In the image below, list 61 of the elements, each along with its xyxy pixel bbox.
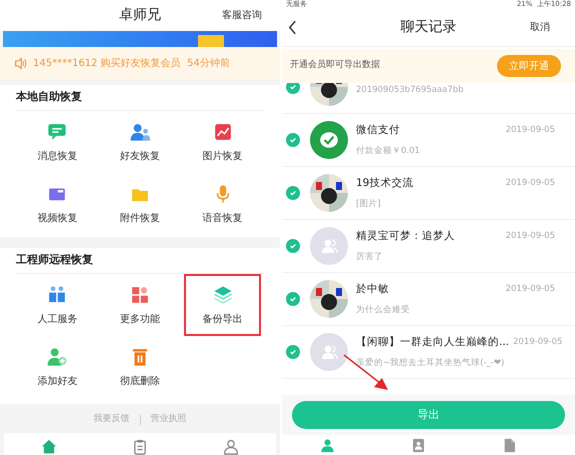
feature-button[interactable]: 添加好友 [16, 336, 99, 398]
cancel-link[interactable]: 取消 [530, 20, 550, 35]
chat-date: 2019-09-05 [506, 230, 555, 243]
feature-button[interactable]: 消息恢复 [16, 111, 99, 173]
notice-text: 145****1612 购买好友恢复会员 54分钟前 [33, 56, 230, 71]
person-icon [319, 436, 336, 454]
feature-button[interactable]: 更多功能 [98, 274, 182, 336]
chat-name: 於中敏 [356, 282, 389, 297]
nav-tab[interactable] [40, 438, 58, 455]
default-avatar [310, 333, 348, 371]
nav-tab[interactable] [410, 436, 427, 454]
chat-date: 2019-09-05 [506, 283, 555, 296]
chat-preview: 为什么会难受 [356, 304, 411, 316]
chat-name: 【闲聊】一群走向人生巅峰的... [356, 334, 510, 350]
check-icon [289, 189, 297, 197]
chat-date: 2019-09-05 [506, 177, 555, 190]
screen-title: 聊天记录 [400, 18, 456, 37]
feature-button[interactable]: 人工服务 [16, 274, 99, 336]
check-icon [289, 242, 297, 250]
add-person-icon [46, 346, 68, 368]
chat-preview: [图片] [356, 198, 382, 210]
customer-service-link[interactable]: 客服咨询 [222, 8, 262, 23]
section-heading: 本地自助恢复 [16, 89, 82, 106]
chat-preview: 201909053b7695aaa7bb [356, 84, 465, 96]
chat-date: 2019-09-05 [513, 336, 562, 349]
feature-button[interactable]: 图片恢复 [181, 111, 264, 173]
nav-tab[interactable] [319, 436, 336, 454]
home-icon [40, 438, 58, 455]
back-icon[interactable] [288, 20, 297, 35]
speaker-icon [14, 57, 27, 70]
nav-tab[interactable] [222, 438, 240, 455]
check-icon [289, 83, 297, 91]
checkbox[interactable] [286, 345, 300, 359]
feature-button[interactable]: 语音恢复 [181, 173, 264, 235]
check-icon [289, 136, 297, 144]
feature-button[interactable]: 好友恢复 [98, 111, 182, 173]
checkbox[interactable] [286, 292, 300, 306]
feature-button[interactable]: 彻底删除 [98, 336, 182, 398]
check-icon [289, 295, 297, 303]
chat-name: 精灵宝可梦：追梦人 [356, 228, 455, 244]
person-icon [222, 438, 240, 455]
chat-preview: 付款金额￥0.01 [356, 144, 421, 158]
check-icon [289, 348, 297, 356]
chat-bubble-avatar [310, 121, 348, 159]
feature-button[interactable]: 备份导出 [184, 274, 261, 336]
chat-date: 2019-09-05 [506, 124, 555, 137]
default-avatar [310, 227, 348, 265]
stack-icon [212, 284, 234, 306]
section-heading: 工程师远程恢复 [16, 252, 93, 268]
feature-button[interactable]: 附件恢复 [98, 173, 182, 235]
banner-text: 开通会员即可导出数据 [290, 59, 380, 72]
chat-name: 19技术交流 [356, 176, 414, 191]
chat-preview: 亲爱的~我想去土耳其坐热气球(-_-❤) [356, 356, 506, 370]
checkbox[interactable] [286, 186, 300, 200]
checkbox[interactable] [286, 239, 300, 253]
checkbox[interactable] [286, 83, 300, 94]
checkbox[interactable] [286, 133, 300, 147]
feature-button[interactable]: 视频恢复 [16, 173, 99, 235]
chat-preview: 厉害了 [356, 250, 384, 264]
chat-name: 微信支付 [356, 122, 400, 138]
screen-title: 卓师兄 [119, 6, 161, 25]
